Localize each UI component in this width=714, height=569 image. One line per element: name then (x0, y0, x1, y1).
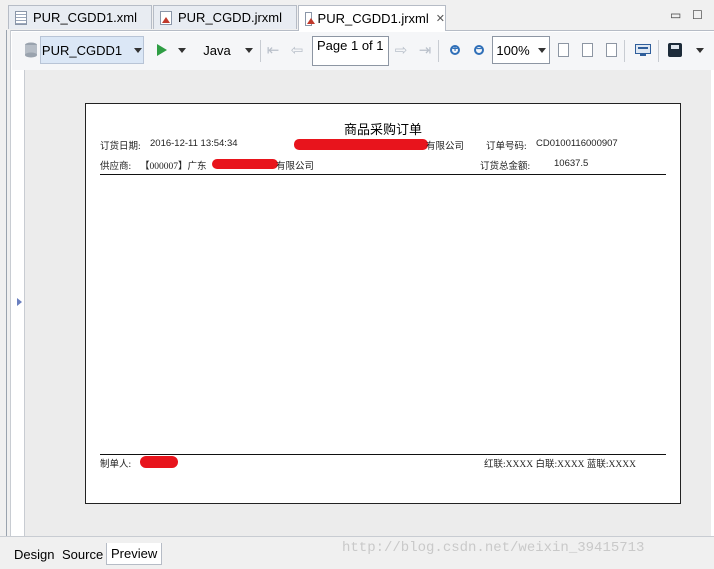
toolbar-separator (438, 40, 439, 62)
page-indicator: Page 1 of 1 (312, 36, 389, 66)
tab-design[interactable]: Design (10, 543, 58, 565)
play-icon (157, 44, 167, 56)
zoom-in-icon: + (450, 45, 460, 55)
header-rule (100, 174, 666, 175)
page-indicator-text: Page 1 of 1 (317, 37, 384, 53)
actual-size-button[interactable] (554, 36, 572, 64)
tab-label: Design (14, 546, 55, 562)
redaction-mark (294, 139, 428, 150)
page-fit-icon (557, 43, 569, 57)
fit-width-button[interactable] (578, 36, 596, 64)
copies-text: 红联:XXXX 白联:XXXX 蓝联:XXXX (484, 460, 636, 470)
preview-toolbar: PUR_CGDD1 Java ⇤ ⇦ Page 1 of 1 ⇨ ⇥ + − 1… (12, 32, 714, 70)
report-title: 商品采购订单 (343, 122, 422, 137)
save-options-button[interactable] (694, 36, 706, 64)
page-width-icon (581, 43, 593, 57)
footer-rule (100, 454, 666, 455)
watermark-text: http://blog.csdn.net/weixin_39415713 (342, 540, 645, 556)
tab-label: PUR_CGDD1.jrxml (317, 11, 429, 26)
last-page-icon[interactable]: ⇥ (416, 36, 434, 64)
chevron-down-icon (244, 47, 253, 53)
sidebar-divider (6, 30, 7, 536)
export-button[interactable] (632, 36, 654, 64)
toolbar-separator (260, 40, 261, 62)
tab-label: PUR_CGDD1.xml (33, 10, 138, 25)
redaction-mark (212, 159, 278, 169)
total-value: 10637.5 (554, 158, 589, 169)
chevron-down-icon (178, 47, 186, 53)
toolbar-separator (658, 40, 659, 62)
datasource-select[interactable]: PUR_CGDD1 (40, 36, 144, 64)
order-no-value: CD0100116000907 (536, 138, 618, 149)
expand-arrow-icon[interactable] (17, 298, 22, 306)
save-button[interactable] (666, 36, 684, 64)
datasource-icon (20, 36, 42, 64)
next-page-icon[interactable]: ⇨ (392, 36, 410, 64)
chevron-down-icon (696, 47, 704, 53)
editor-tab-strip: PUR_CGDD1.xml PUR_CGDD.jrxml PUR_CGDD1.j… (0, 0, 714, 31)
zoom-select[interactable]: 100% (492, 36, 550, 64)
chevron-down-icon (537, 47, 546, 53)
tab-label: Source (62, 546, 104, 562)
tab-pur-cgdd-jrxml[interactable]: PUR_CGDD.jrxml (153, 5, 297, 29)
tab-label: Preview (111, 546, 158, 561)
save-icon (668, 43, 682, 57)
zoom-out-icon: − (474, 45, 484, 55)
supplier-label: 供应商: (100, 162, 132, 172)
supplier-value-suffix: 有限公司 (276, 162, 315, 172)
previous-page-icon[interactable]: ⇦ (288, 36, 306, 64)
order-date-label: 订货日期: (100, 142, 141, 152)
zoom-value: 100% (496, 42, 530, 58)
tab-source[interactable]: Source (58, 543, 107, 565)
minimize-icon[interactable]: ▭ (670, 8, 681, 22)
report-file-icon (305, 11, 315, 26)
report-page: 商品采购订单 订货日期: 2016-12-11 13:54:34 有限公司 订单… (85, 103, 681, 504)
order-no-label: 订单号码: (486, 142, 527, 152)
run-options-button[interactable] (176, 36, 188, 64)
datasource-value: PUR_CGDD1 (41, 42, 123, 58)
chevron-down-icon (134, 47, 143, 53)
tab-label: PUR_CGDD.jrxml (178, 10, 282, 25)
maker-label: 制单人: (100, 460, 132, 470)
tab-preview[interactable]: Preview (106, 543, 163, 565)
redaction-mark (140, 456, 178, 468)
order-date-value: 2016-12-11 13:54:34 (150, 138, 238, 149)
tab-pur-cgdd1-xml[interactable]: PUR_CGDD1.xml (8, 5, 152, 29)
language-select[interactable]: Java (198, 36, 258, 64)
monitor-icon (635, 44, 651, 56)
fit-page-button[interactable] (602, 36, 620, 64)
zoom-in-button[interactable]: + (446, 36, 464, 64)
left-sidebar-strip (0, 30, 11, 536)
close-icon[interactable]: ✕ (436, 12, 445, 25)
report-file-icon (160, 10, 172, 25)
first-page-icon[interactable]: ⇤ (264, 36, 282, 64)
company-suffix: 有限公司 (426, 142, 465, 152)
grid-file-icon (15, 10, 27, 25)
total-label: 订货总金额: (480, 162, 531, 172)
supplier-value-prefix: 【000007】广东 (140, 162, 207, 172)
zoom-out-button[interactable]: − (470, 36, 488, 64)
toolbar-separator (624, 40, 625, 62)
page-icon (605, 43, 617, 57)
run-button[interactable] (152, 36, 172, 64)
tab-pur-cgdd1-jrxml[interactable]: PUR_CGDD1.jrxml ✕ (298, 5, 446, 31)
maximize-icon[interactable]: ☐ (692, 8, 703, 22)
language-value: Java (203, 42, 231, 58)
